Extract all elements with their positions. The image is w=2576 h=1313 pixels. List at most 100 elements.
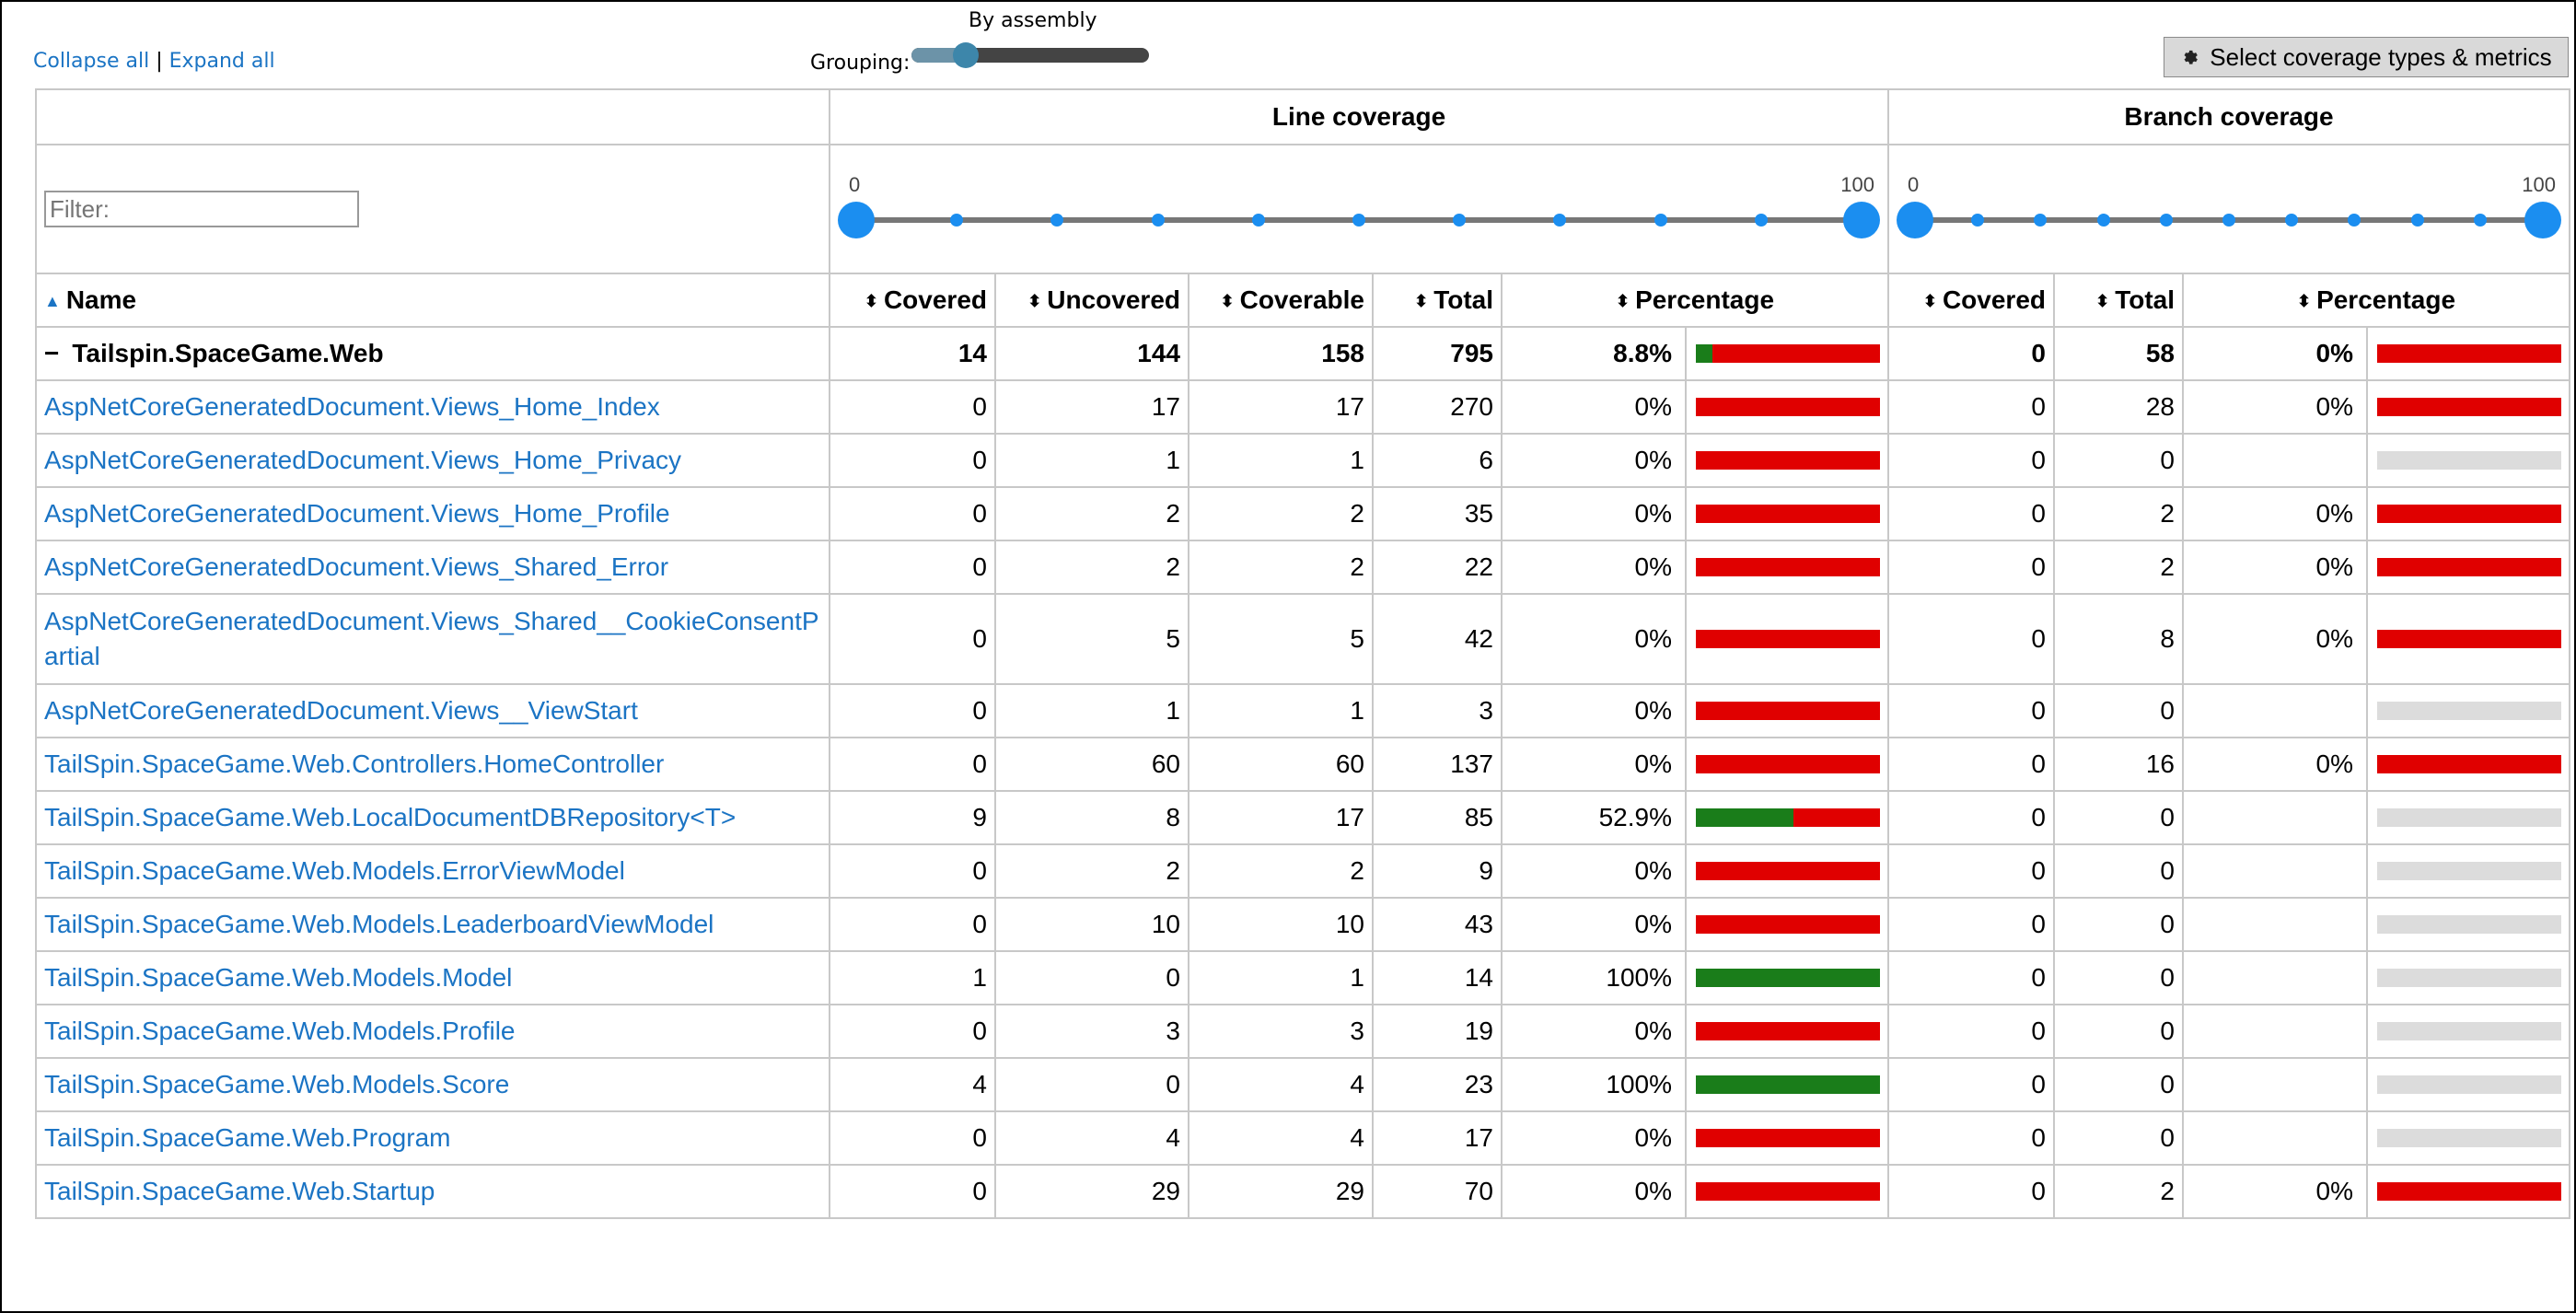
class-link[interactable]: TailSpin.SpaceGame.Web.Models.Score (44, 1070, 509, 1098)
cell-coverable: 2 (1188, 486, 1374, 541)
name-group-header (35, 88, 830, 145)
branch-coverage-bar (2377, 505, 2561, 523)
branch-percentage-value (2191, 1005, 2368, 1057)
slider-tick-dot (1754, 214, 1768, 227)
slider-min-handle[interactable] (838, 202, 875, 238)
branch-coverage-bar (2377, 558, 2561, 576)
cell-total: 85 (1372, 790, 1503, 845)
cell-coverable: 17 (1188, 379, 1374, 435)
cell-line-percentage: 8.8% (1501, 326, 1889, 381)
class-link[interactable]: TailSpin.SpaceGame.Web.Models.ErrorViewM… (44, 856, 625, 885)
line-coverage-slider[interactable]: 0 100 (830, 145, 1887, 273)
cell-name: TailSpin.SpaceGame.Web.Models.ErrorViewM… (35, 843, 830, 899)
class-link[interactable]: TailSpin.SpaceGame.Web.LocalDocumentDBRe… (44, 803, 736, 831)
cell-branch-total: 8 (2053, 593, 2184, 685)
grouping-slider-thumb[interactable] (953, 42, 979, 68)
covered-segment (1696, 969, 1880, 987)
covered-segment (1696, 1075, 1880, 1094)
class-link[interactable]: AspNetCoreGeneratedDocument.Views__ViewS… (44, 696, 638, 725)
assembly-name-cell[interactable]: − Tailspin.SpaceGame.Web (35, 326, 830, 381)
class-link[interactable]: AspNetCoreGeneratedDocument.Views_Home_P… (44, 446, 681, 474)
class-link[interactable]: TailSpin.SpaceGame.Web.Models.Profile (44, 1017, 516, 1045)
cell-line-percentage: 0% (1501, 540, 1889, 595)
cell-coverable: 10 (1188, 897, 1374, 952)
line-uncovered-header[interactable]: ⬍ Uncovered (994, 273, 1189, 328)
line-total-header[interactable]: ⬍ Total (1372, 273, 1503, 328)
sort-icon: ⬍ (864, 292, 878, 310)
line-slider-max: 100 (1840, 173, 1874, 196)
branch-coverage-bar (2377, 755, 2561, 773)
cell-line-percentage: 0% (1501, 683, 1889, 738)
uncovered-segment (1696, 702, 1880, 720)
line-coverage-bar (1696, 808, 1880, 827)
line-covered-label: Covered (883, 285, 987, 314)
cell-total: 35 (1372, 486, 1503, 541)
line-covered-header[interactable]: ⬍ Covered (829, 273, 996, 328)
line-percentage-value: 0% (1510, 541, 1687, 593)
cell-covered: 0 (829, 1164, 996, 1219)
class-link[interactable]: AspNetCoreGeneratedDocument.Views_Home_P… (44, 499, 670, 528)
line-coverable-label: Coverable (1239, 285, 1364, 314)
line-percentage-header[interactable]: ⬍ Percentage (1501, 273, 1889, 328)
cell-branch-total: 58 (2053, 326, 2184, 381)
slider-tick-dot (2159, 214, 2173, 227)
grouping-slider[interactable] (911, 48, 1149, 63)
cell-branch-percentage (2182, 1004, 2570, 1059)
slider-tick-dot (1352, 214, 1365, 227)
cell-covered: 9 (829, 790, 996, 845)
assembly-row: − Tailspin.SpaceGame.Web 14 144 158 795 8… (35, 326, 2570, 381)
branch-coverage-slider[interactable]: 0 100 (1889, 145, 2569, 273)
gear-icon (2184, 50, 2199, 64)
uncovered-segment (1696, 915, 1880, 934)
branch-percentage-header[interactable]: ⬍ Percentage (2182, 273, 2570, 328)
slider-max-handle[interactable] (2524, 202, 2561, 238)
cell-total: 43 (1372, 897, 1503, 952)
line-coverable-header[interactable]: ⬍ Coverable (1188, 273, 1374, 328)
slider-min-handle[interactable] (1897, 202, 1933, 238)
class-link[interactable]: AspNetCoreGeneratedDocument.Views_Shared… (44, 607, 819, 670)
cell-branch-percentage (2182, 1057, 2570, 1112)
class-link[interactable]: TailSpin.SpaceGame.Web.Controllers.HomeC… (44, 749, 664, 778)
line-percentage-value: 0% (1510, 435, 1687, 486)
collapse-toggle-icon[interactable]: − (44, 339, 59, 367)
class-link[interactable]: AspNetCoreGeneratedDocument.Views_Shared… (44, 552, 668, 581)
class-link[interactable]: TailSpin.SpaceGame.Web.Startup (44, 1177, 435, 1205)
line-coverage-bar (1696, 1075, 1880, 1094)
cell-total: 42 (1372, 593, 1503, 685)
collapse-all-link[interactable]: Collapse all (33, 50, 149, 73)
slider-max-handle[interactable] (1843, 202, 1880, 238)
cell-uncovered: 0 (994, 1057, 1189, 1112)
cell-coverable: 60 (1188, 737, 1374, 792)
cell-total: 22 (1372, 540, 1503, 595)
name-column-header[interactable]: ▲ Name (35, 273, 830, 328)
branch-percentage-value (2191, 845, 2368, 897)
class-link[interactable]: AspNetCoreGeneratedDocument.Views_Home_I… (44, 392, 660, 421)
expand-all-link[interactable]: Expand all (169, 50, 275, 73)
cell-total: 17 (1372, 1110, 1503, 1166)
line-total-label: Total (1433, 285, 1493, 314)
uncovered-segment (1696, 862, 1880, 880)
branch-percentage-value: 0% (2191, 595, 2368, 683)
line-percentage-value: 0% (1510, 1166, 1687, 1217)
branch-covered-header[interactable]: ⬍ Covered (1887, 273, 2055, 328)
class-link[interactable]: TailSpin.SpaceGame.Web.Models.Leaderboar… (44, 910, 714, 938)
class-link[interactable]: TailSpin.SpaceGame.Web.Models.Model (44, 963, 512, 992)
branch-coverage-bar (2377, 1022, 2561, 1040)
cell-covered: 4 (829, 1057, 996, 1112)
cell-line-percentage: 0% (1501, 1164, 1889, 1219)
cell-covered: 0 (829, 843, 996, 899)
branch-coverage-bar (2377, 969, 2561, 987)
branch-percentage-value (2191, 685, 2368, 737)
line-coverage-bar (1696, 1022, 1880, 1040)
class-link[interactable]: TailSpin.SpaceGame.Web.Program (44, 1123, 450, 1152)
table-row: AspNetCoreGeneratedDocument.Views_Shared… (35, 540, 2570, 595)
cell-total: 70 (1372, 1164, 1503, 1219)
slider-tick-dot (1251, 214, 1265, 227)
filter-input[interactable] (44, 191, 359, 227)
select-metrics-button[interactable]: Select coverage types & metrics (2164, 37, 2569, 77)
cell-covered: 0 (829, 897, 996, 952)
cell-branch-percentage (2182, 433, 2570, 488)
branch-total-header[interactable]: ⬍ Total (2053, 273, 2184, 328)
cell-branch-percentage: 0% (2182, 486, 2570, 541)
line-coverage-bar (1696, 451, 1880, 470)
